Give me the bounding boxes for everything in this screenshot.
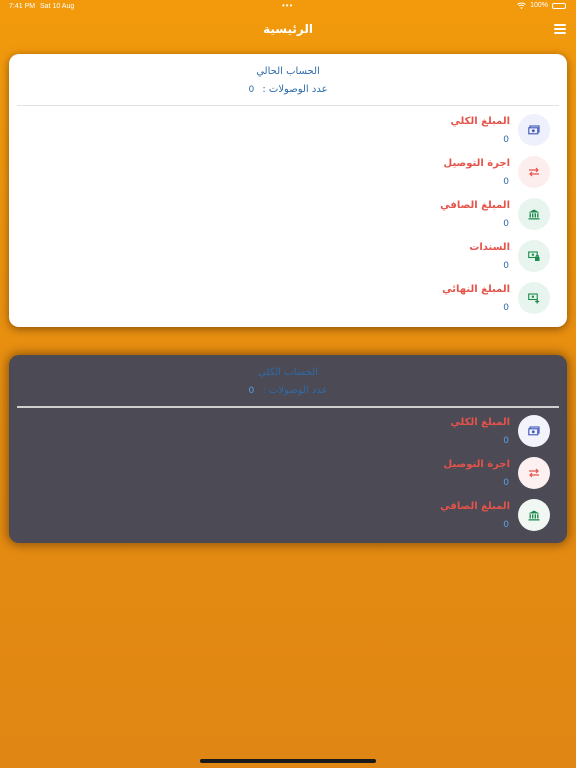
- battery-icon: [552, 2, 566, 9]
- status-bar: 7:41 PM Sat 10 Aug ••• 100%: [0, 0, 576, 14]
- list-item-bonds[interactable]: السندات 0: [9, 240, 567, 282]
- list-item-final-amount[interactable]: المبلغ النهائي 0: [9, 282, 567, 324]
- money-icon: [518, 415, 550, 447]
- bank-icon: [518, 198, 550, 230]
- list-item-net-amount[interactable]: المبلغ الصافي 0: [9, 198, 567, 240]
- item-label: المبلغ الكلي: [450, 116, 510, 127]
- item-value: 0: [503, 261, 509, 271]
- multitasking-dots-icon: •••: [282, 1, 294, 10]
- receipts-count-row: عدد الوصولات : 0: [9, 385, 567, 396]
- card-title: الحساب الكلي: [258, 367, 318, 378]
- divider: [17, 105, 559, 106]
- list-item-delivery-fee[interactable]: اجرة التوصيل 0: [9, 457, 567, 499]
- item-value: 0: [503, 436, 509, 446]
- cash-lock-icon: [518, 240, 550, 272]
- item-label: اجرة التوصيل: [443, 158, 510, 169]
- item-label: المبلغ الصافي: [440, 501, 510, 512]
- item-value: 0: [503, 303, 509, 313]
- item-label: المبلغ النهائي: [442, 284, 510, 295]
- divider: [17, 406, 559, 408]
- receipts-label: عدد الوصولات :: [262, 84, 328, 95]
- item-label: المبلغ الصافي: [440, 200, 510, 211]
- item-label: اجرة التوصيل: [443, 459, 510, 470]
- cash-plus-icon: [518, 282, 550, 314]
- item-value: 0: [503, 135, 509, 145]
- bank-icon: [518, 499, 550, 531]
- money-icon: [518, 114, 550, 146]
- item-value: 0: [503, 478, 509, 488]
- list-item-total-amount[interactable]: المبلغ الكلي 0: [9, 415, 567, 457]
- transfer-arrows-icon: [518, 457, 550, 489]
- receipts-label: عدد الوصولات :: [262, 385, 328, 396]
- page-title: الرئيسية: [263, 22, 313, 36]
- hamburger-menu-icon[interactable]: [554, 24, 566, 34]
- status-time: 7:41 PM: [9, 3, 36, 10]
- receipts-count: 0: [248, 85, 255, 95]
- item-label: السندات: [469, 242, 510, 253]
- status-indicators: 100%: [517, 2, 566, 9]
- receipts-count: 0: [248, 386, 255, 396]
- status-date: Sat 10 Aug: [40, 3, 75, 10]
- list-item-delivery-fee[interactable]: اجرة التوصيل 0: [9, 156, 567, 198]
- card-title: الحساب الحالي: [256, 66, 320, 77]
- nav-bar: الرئيسية: [0, 14, 576, 44]
- item-label: المبلغ الكلي: [450, 417, 510, 428]
- current-account-card: الحساب الحالي عدد الوصولات : 0 المبلغ ال…: [9, 54, 567, 327]
- receipts-count-row: عدد الوصولات : 0: [9, 84, 567, 95]
- item-value: 0: [503, 219, 509, 229]
- item-value: 0: [503, 520, 509, 530]
- list-item-net-amount[interactable]: المبلغ الصافي 0: [9, 499, 567, 541]
- list-item-total-amount[interactable]: المبلغ الكلي 0: [9, 114, 567, 156]
- home-indicator[interactable]: [200, 759, 376, 763]
- battery-percent: 100%: [530, 2, 548, 9]
- transfer-arrows-icon: [518, 156, 550, 188]
- total-account-card: الحساب الكلي عدد الوصولات : 0 المبلغ الك…: [9, 355, 567, 543]
- item-value: 0: [503, 177, 509, 187]
- wifi-icon: [517, 2, 526, 9]
